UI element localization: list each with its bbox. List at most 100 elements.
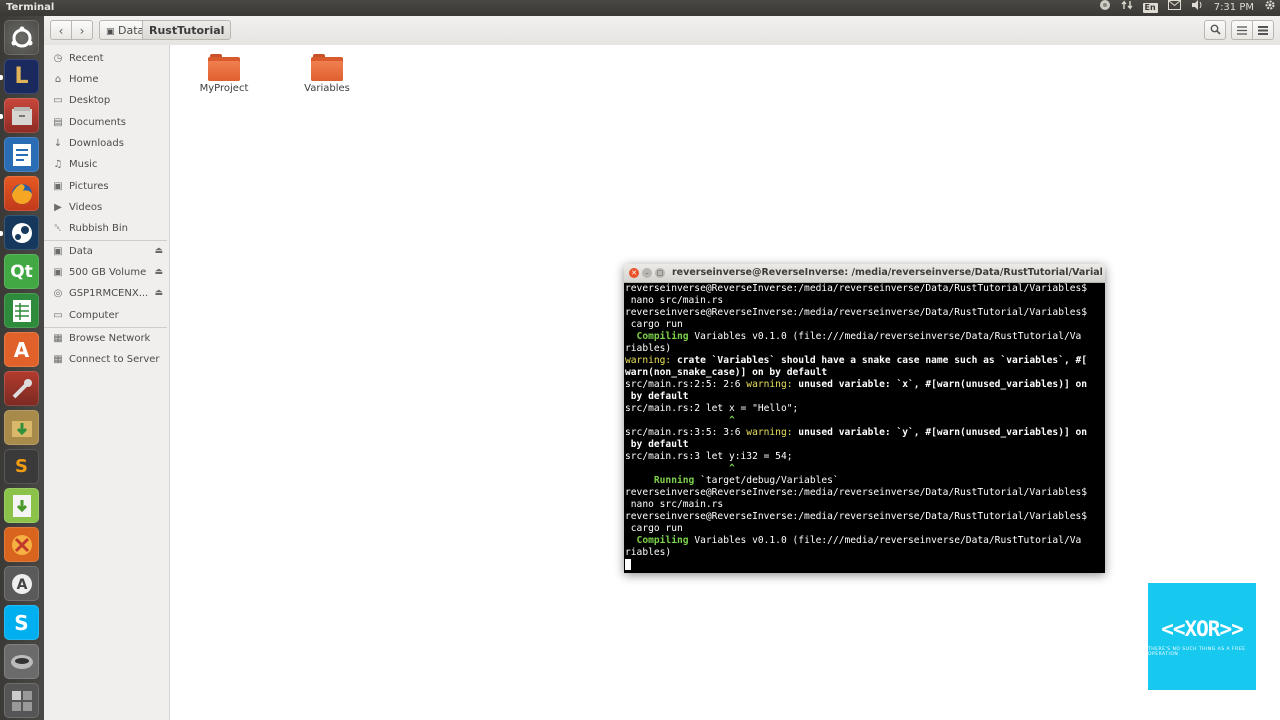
firefox-icon[interactable] [4, 176, 39, 211]
maximize-button[interactable]: □ [655, 268, 665, 278]
folder-icon [311, 54, 343, 81]
folder-icon [208, 54, 240, 81]
sidebar-item-videos[interactable]: ▶ Videos [44, 197, 169, 218]
drive-icon: ▣ [106, 27, 115, 37]
keyboard-layout-indicator[interactable]: En [1142, 3, 1158, 13]
terminal-line: Running `target/debug/Variables` [625, 475, 839, 486]
logo-tagline: THERE'S NO SUCH THING AS A FREE OPERATIO… [1148, 646, 1246, 657]
chevron-right-icon: › [79, 24, 85, 38]
sidebar-item-browse-network[interactable]: ▦ Browse Network [44, 328, 169, 349]
writer-icon[interactable] [4, 137, 39, 172]
skype-icon[interactable]: S [4, 605, 39, 640]
terminal-line: Compiling Variables v0.1.0 (file:///medi… [625, 535, 1082, 546]
terminal-line: by default [625, 439, 689, 450]
files-icon[interactable] [4, 98, 39, 133]
forward-button[interactable]: › [71, 20, 93, 40]
terminal-output[interactable]: reverseinverse@ReverseInverse:/media/rev… [624, 283, 1105, 573]
update-manager-icon[interactable]: A [4, 566, 39, 601]
search-icon [1210, 24, 1221, 38]
calc-icon[interactable] [4, 293, 39, 328]
folder-myproject[interactable]: MyProject [194, 54, 254, 94]
chevron-left-icon: ‹ [58, 24, 64, 38]
software-updater-icon[interactable] [4, 488, 39, 523]
sidebar-item-recent[interactable]: ◷ Recent [44, 48, 169, 69]
terminal-line: reverseinverse@ReverseInverse:/media/rev… [625, 307, 1088, 318]
network-transfer-icon[interactable] [1121, 0, 1133, 17]
sidebar-item-downloads[interactable]: ↓ Downloads [44, 133, 169, 154]
codeblocks-icon[interactable] [4, 527, 39, 562]
disc-icon: ◎ [53, 288, 63, 299]
terminal-line: riables) [625, 547, 672, 558]
eject-icon[interactable]: ⏏ [154, 262, 163, 283]
chrome-icon[interactable] [1099, 0, 1111, 17]
minimize-button[interactable]: – [642, 268, 652, 278]
sidebar-item-documents[interactable]: ▤ Documents [44, 112, 169, 133]
steam-icon[interactable] [4, 215, 39, 250]
clock[interactable]: 7:31 PM [1214, 0, 1254, 16]
terminal-line: src/main.rs:2 let x = "Hello"; [625, 403, 799, 414]
document-icon: ▤ [53, 117, 63, 128]
xor-logo: <<XOR>> THERE'S NO SUCH THING AS A FREE … [1148, 583, 1256, 690]
archive-manager-icon[interactable] [4, 410, 39, 445]
menu-button[interactable] [1252, 20, 1274, 40]
terminal-line: warning: crate `Variables` should have a… [625, 355, 1088, 366]
menu-icon [1258, 24, 1268, 38]
disk-utility-icon[interactable] [4, 644, 39, 679]
clock-icon: ◷ [53, 53, 63, 64]
sidebar-item-data[interactable]: ▣ Data ⏏ [44, 241, 169, 262]
sidebar-item-music[interactable]: ♫ Music [44, 154, 169, 175]
close-button[interactable]: ✕ [629, 268, 639, 278]
terminal-title: reverseinverse@ReverseInverse: /media/re… [672, 267, 1102, 278]
home-icon: ⌂ [54, 74, 62, 85]
terminal-line: reverseinverse@ReverseInverse:/media/rev… [625, 511, 1088, 522]
mail-icon[interactable] [1167, 0, 1181, 16]
folder-variables[interactable]: Variables [297, 54, 357, 94]
terminal-line: ^ [625, 463, 735, 474]
terminal-line: nano src/main.rs [625, 295, 724, 306]
terminal-cursor [625, 559, 631, 570]
window-title: Terminal [6, 2, 55, 13]
list-icon [1237, 24, 1247, 38]
sidebar-item-pictures[interactable]: ▣ Pictures [44, 176, 169, 197]
download-icon: ↓ [53, 138, 63, 149]
sidebar-item-rubbish-bin[interactable]: ␡ Rubbish Bin [44, 218, 169, 239]
video-icon: ▶ [54, 202, 62, 213]
terminal-window[interactable]: ✕ – □ reverseinverse@ReverseInverse: /me… [624, 264, 1105, 573]
sidebar-item-disc[interactable]: ◎ GSP1RMCENX... ⏏ [44, 283, 169, 304]
breadcrumb-rusttutorial[interactable]: RustTutorial [142, 20, 232, 40]
eject-icon[interactable]: ⏏ [154, 283, 163, 304]
sidebar-item-connect-to-server[interactable]: ▦ Connect to Server [44, 349, 169, 370]
terminal-line: src/main.rs:2:5: 2:6 warning: unused var… [625, 379, 1088, 390]
volume-icon[interactable] [1191, 0, 1204, 17]
terminal-titlebar[interactable]: ✕ – □ reverseinverse@ReverseInverse: /me… [624, 264, 1105, 283]
close-icon: ✕ [631, 269, 637, 277]
sidebar-item-computer[interactable]: ▭ Computer [44, 305, 169, 326]
maximize-icon: □ [656, 269, 664, 277]
qt-creator-icon[interactable]: Qt [4, 254, 39, 289]
indicator-area: En 7:31 PM [1099, 0, 1276, 16]
sidebar-divider [44, 327, 167, 328]
sidebar-item-500gb-volume[interactable]: ▣ 500 GB Volume ⏏ [44, 262, 169, 283]
impress-icon[interactable]: L [4, 59, 39, 94]
back-button[interactable]: ‹ [50, 20, 72, 40]
terminal-line: ^ [625, 415, 735, 426]
sidebar-item-home[interactable]: ⌂ Home [44, 69, 169, 90]
network-icon: ▦ [53, 333, 63, 344]
list-view-button[interactable] [1231, 20, 1253, 40]
software-center-icon[interactable]: A [4, 332, 39, 367]
terminal-line: reverseinverse@ReverseInverse:/media/rev… [625, 283, 1088, 294]
sublime-text-icon[interactable]: S [4, 449, 39, 484]
sidebar-item-desktop[interactable]: ▭ Desktop [44, 90, 169, 111]
ubuntu-dash-icon[interactable] [4, 20, 39, 55]
search-button[interactable] [1204, 20, 1226, 40]
system-settings-icon[interactable] [4, 371, 39, 406]
camera-icon: ▣ [53, 181, 63, 192]
terminal-line: src/main.rs:3 let y:i32 = 54; [625, 451, 793, 462]
top-panel: Terminal En 7:31 PM [0, 0, 1280, 16]
gear-icon[interactable] [1264, 0, 1276, 17]
terminal-line: Compiling Variables v0.1.0 (file:///medi… [625, 331, 1082, 342]
eject-icon[interactable]: ⏏ [154, 241, 163, 262]
workspaces-icon[interactable] [4, 683, 39, 718]
trash-icon: ␡ [54, 223, 62, 234]
terminal-line: src/main.rs:3:5: 3:6 warning: unused var… [625, 427, 1088, 438]
